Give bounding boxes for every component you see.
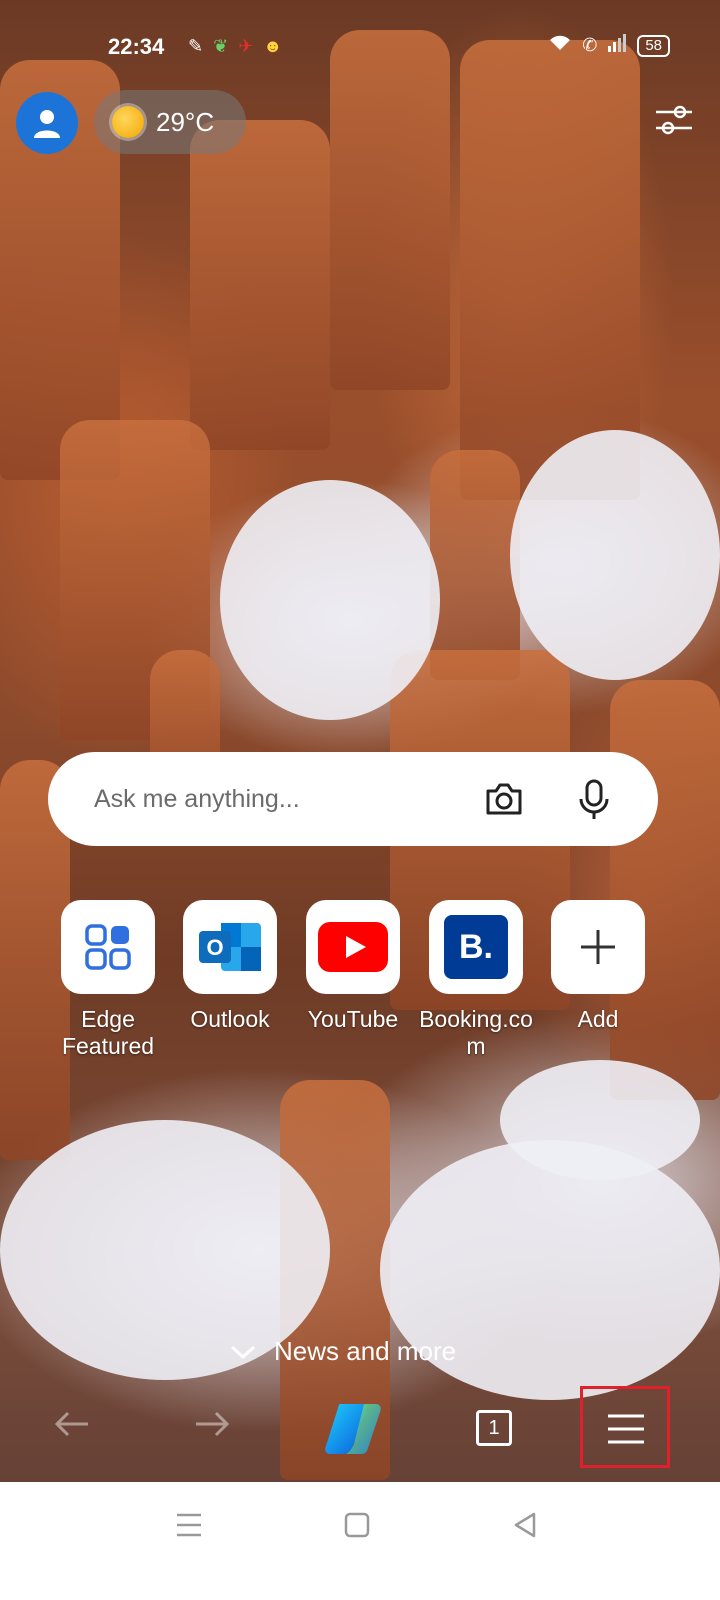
- voice-search-button[interactable]: [574, 777, 614, 821]
- quick-link-label: Add: [577, 1006, 619, 1032]
- profile-icon: [34, 110, 60, 138]
- call-icon: ✆: [582, 35, 598, 55]
- quick-link-add[interactable]: Add: [536, 900, 660, 1033]
- home-square-icon: [344, 1512, 370, 1538]
- app-notification-icon: ✈: [238, 36, 254, 56]
- app-notification-icon: ☻: [263, 36, 283, 56]
- menu-highlight-box: [580, 1386, 670, 1468]
- tab-count: 1: [488, 1417, 500, 1439]
- weather-temperature: 29°C: [156, 106, 215, 137]
- quick-link-tile[interactable]: [61, 900, 155, 994]
- copilot-button[interactable]: [322, 1400, 384, 1461]
- back-button[interactable]: [52, 1404, 92, 1449]
- page-settings-button[interactable]: [654, 100, 694, 140]
- recents-menu-icon: [177, 1513, 201, 1537]
- chevron-down-icon: [230, 1345, 256, 1359]
- quick-link-tile[interactable]: O: [183, 900, 277, 994]
- camera-search-button[interactable]: [482, 777, 526, 821]
- status-bar: 22:34 ✎ ❦ ✈ ☻ ✆ 58: [108, 30, 670, 66]
- quick-link-label: Edge Featured: [61, 1006, 155, 1059]
- quick-link-youtube[interactable]: YouTube: [291, 900, 415, 1033]
- camera-icon: [486, 783, 522, 815]
- youtube-icon: [318, 922, 388, 972]
- news-and-more-button[interactable]: News and more: [230, 1336, 456, 1367]
- back-arrow-icon: [54, 1411, 88, 1437]
- tab-count-icon: 1: [476, 1410, 512, 1446]
- home-button[interactable]: [344, 1512, 370, 1543]
- page-settings-icon: [656, 105, 692, 135]
- forward-button[interactable]: [192, 1404, 232, 1449]
- edge-new-tab-screen: 22:34 ✎ ❦ ✈ ☻ ✆ 58 29°C Ask me anything.…: [0, 0, 720, 1600]
- signal-icon: [607, 34, 627, 57]
- booking-icon: B.: [444, 915, 508, 979]
- quick-link-tile[interactable]: [306, 900, 400, 994]
- news-label: News and more: [274, 1336, 457, 1366]
- partly-sunny-icon: [112, 106, 144, 138]
- notification-icons: ✎ ❦ ✈ ☻: [188, 36, 282, 57]
- profile-button[interactable]: [16, 92, 78, 154]
- back-nav-button[interactable]: [512, 1512, 538, 1543]
- svg-text:O: O: [206, 935, 223, 960]
- plus-icon: [581, 930, 615, 964]
- wifi-icon: [548, 34, 572, 57]
- system-navigation-bar: [0, 1482, 720, 1600]
- tabs-button[interactable]: 1: [476, 1410, 512, 1446]
- quick-link-label: YouTube: [307, 1006, 399, 1032]
- battery-icon: 58: [637, 34, 670, 57]
- back-triangle-icon: [514, 1512, 536, 1538]
- outlook-icon: O: [199, 923, 261, 971]
- quick-link-tile[interactable]: B.: [429, 900, 523, 994]
- search-input[interactable]: Ask me anything...: [94, 785, 482, 814]
- grid-icon: [85, 924, 131, 970]
- weather-widget[interactable]: 29°C: [94, 90, 246, 154]
- quick-link-booking[interactable]: B. Booking.co m: [414, 900, 538, 1060]
- quick-link-outlook[interactable]: O Outlook: [168, 900, 292, 1033]
- quick-link-label: Outlook: [190, 1006, 270, 1032]
- recent-apps-button[interactable]: [176, 1512, 202, 1543]
- app-notification-icon: ✎: [188, 36, 204, 56]
- forward-arrow-icon: [196, 1411, 230, 1437]
- status-time: 22:34: [108, 34, 165, 59]
- quick-link-label: Booking.co m: [419, 1006, 533, 1059]
- microphone-icon: [579, 779, 609, 819]
- quick-link-tile[interactable]: [551, 900, 645, 994]
- copilot-icon: [325, 1404, 381, 1454]
- system-icons: ✆ 58: [548, 34, 670, 57]
- search-bar[interactable]: Ask me anything...: [48, 752, 658, 846]
- app-notification-icon: ❦: [213, 36, 229, 56]
- quick-link-edge-featured[interactable]: Edge Featured: [46, 900, 170, 1060]
